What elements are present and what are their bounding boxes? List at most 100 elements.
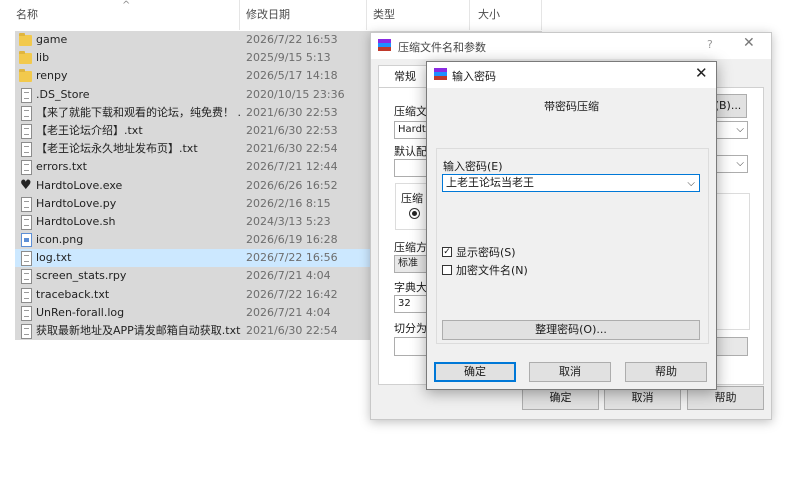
password-dialog-subtitle: 带密码压缩	[544, 100, 599, 113]
text-file-icon	[21, 251, 32, 267]
file-modified-date: 2025/9/15 5:13	[246, 51, 331, 65]
file-modified-date: 2020/10/15 23:36	[246, 87, 345, 101]
file-name: renpy	[36, 69, 68, 83]
file-name: HardtoLove.exe	[36, 178, 123, 192]
file-modified-date: 2026/6/26 16:52	[246, 178, 338, 192]
compression-method-select[interactable]: 标准	[394, 255, 428, 273]
file-modified-date: 2026/7/22 16:42	[246, 287, 338, 301]
exe-icon: ♥	[20, 177, 32, 193]
column-header-type[interactable]: 类型	[367, 0, 470, 30]
file-name: icon.png	[36, 233, 84, 247]
file-icon	[21, 214, 32, 230]
default-profile-label: 默认配	[394, 145, 427, 158]
text-file-icon	[21, 142, 32, 158]
archive-cancel-label: 取消	[631, 391, 654, 404]
close-icon[interactable]: ✕	[743, 35, 755, 51]
archive-name-dropdown[interactable]: ⌵	[715, 121, 748, 139]
password-help-button[interactable]: 帮助	[625, 362, 707, 382]
column-header-size[interactable]: 大小	[470, 0, 542, 30]
sort-ascending-icon: ^	[122, 0, 131, 11]
file-modified-date: 2026/7/22 16:56	[246, 251, 338, 265]
archive-dialog-titlebar[interactable]: 压缩文件名和参数 ? ✕	[371, 33, 771, 59]
file-name: UnRen-forall.log	[36, 305, 125, 319]
file-icon	[21, 269, 32, 285]
text-file-icon	[21, 160, 32, 176]
file-name: game	[36, 33, 68, 46]
archive-help-label: 帮助	[714, 391, 737, 404]
file-modified-date: 2026/7/22 16:53	[246, 33, 338, 46]
file-name: errors.txt	[36, 160, 87, 174]
password-ok-button[interactable]: 确定	[434, 362, 516, 382]
tab-general-label: 常规	[394, 70, 416, 83]
radio-selected-dot	[412, 211, 417, 216]
chevron-down-icon: ⌵	[736, 158, 744, 169]
checkbox-unchecked-icon	[442, 265, 452, 275]
password-ok-label: 确定	[464, 365, 486, 378]
encrypt-filenames-label: 加密文件名(N)	[456, 264, 528, 277]
column-name-label: 名称	[16, 8, 38, 21]
split-unit-select[interactable]	[715, 337, 748, 356]
checkbox-checked-icon: ✓	[442, 247, 452, 257]
dictionary-size-value: 32	[398, 298, 411, 309]
encrypt-filenames-checkbox[interactable]: 加密文件名(N)	[442, 264, 602, 278]
file-name: 【老王论坛介绍】.txt	[36, 123, 143, 137]
file-name: lib	[36, 51, 50, 65]
close-icon[interactable]: ✕	[695, 64, 708, 82]
file-name: traceback.txt	[36, 287, 110, 301]
text-file-icon	[21, 287, 32, 303]
file-modified-date: 2021/6/30 22:54	[246, 324, 338, 337]
update-mode-dropdown[interactable]: ⌵	[715, 155, 748, 173]
folder-icon	[19, 51, 32, 65]
help-icon[interactable]: ?	[707, 38, 713, 51]
column-type-label: 类型	[373, 8, 395, 21]
organize-passwords-button[interactable]: 整理密码(O)...	[442, 320, 700, 340]
file-name: 【来了就能下载和观看的论坛，纯免费！ ...	[36, 105, 241, 119]
file-name: screen_stats.rpy	[36, 269, 127, 283]
file-name: 【老王论坛永久地址发布页】.txt	[36, 142, 198, 156]
archive-ok-label: 确定	[549, 391, 572, 404]
split-volumes-label: 切分为	[394, 322, 427, 335]
archive-dialog-title: 压缩文件名和参数	[398, 41, 486, 54]
file-modified-date: 2024/3/13 5:23	[246, 214, 331, 228]
password-dialog-titlebar[interactable]: 输入密码 ✕	[427, 62, 716, 88]
show-password-checkbox[interactable]: ✓ 显示密码(S)	[442, 246, 602, 260]
dictionary-size-label: 字典大	[394, 281, 427, 294]
archive-options-box	[715, 193, 750, 330]
column-date-label: 修改日期	[246, 8, 290, 21]
password-label: 输入密码(E)	[443, 160, 503, 173]
password-dialog-title: 输入密码	[452, 70, 496, 83]
password-value: 上老王论坛当老王	[446, 176, 534, 189]
show-password-label: 显示密码(S)	[456, 246, 516, 259]
chevron-down-icon[interactable]: ⌵	[687, 176, 695, 192]
file-modified-date: 2021/6/30 22:53	[246, 105, 338, 119]
file-icon	[21, 196, 32, 212]
archive-name-label: 压缩文	[394, 105, 427, 118]
image-file-icon	[21, 233, 32, 248]
format-rar-radio[interactable]	[409, 208, 420, 219]
password-help-label: 帮助	[655, 365, 677, 378]
password-cancel-button[interactable]: 取消	[529, 362, 611, 382]
file-modified-date: 2026/5/17 14:18	[246, 69, 338, 83]
text-file-icon	[21, 123, 32, 139]
dictionary-size-select[interactable]: 32	[394, 295, 428, 313]
password-input[interactable]: 上老王论坛当老王 ⌵	[442, 174, 700, 192]
file-icon	[21, 87, 32, 103]
winrar-icon	[434, 68, 447, 81]
file-modified-date: 2021/6/30 22:53	[246, 123, 338, 137]
password-cancel-label: 取消	[559, 365, 581, 378]
winrar-icon	[378, 39, 391, 52]
text-file-icon	[21, 324, 32, 339]
column-header-date[interactable]: 修改日期	[240, 0, 367, 30]
tab-general[interactable]: 常规	[378, 65, 432, 88]
organize-passwords-label: 整理密码(O)...	[535, 323, 607, 336]
file-name: log.txt	[36, 251, 72, 265]
file-icon	[21, 305, 32, 321]
split-volumes-field[interactable]	[394, 337, 428, 356]
file-modified-date: 2026/2/16 8:15	[246, 196, 331, 210]
column-header-name[interactable]: 名称 ^	[0, 0, 240, 30]
file-modified-date: 2026/7/21 4:04	[246, 305, 331, 319]
folder-icon	[19, 33, 32, 46]
profiles-button[interactable]	[394, 159, 428, 177]
text-file-icon	[21, 105, 32, 121]
file-modified-date: 2021/6/30 22:54	[246, 142, 338, 156]
